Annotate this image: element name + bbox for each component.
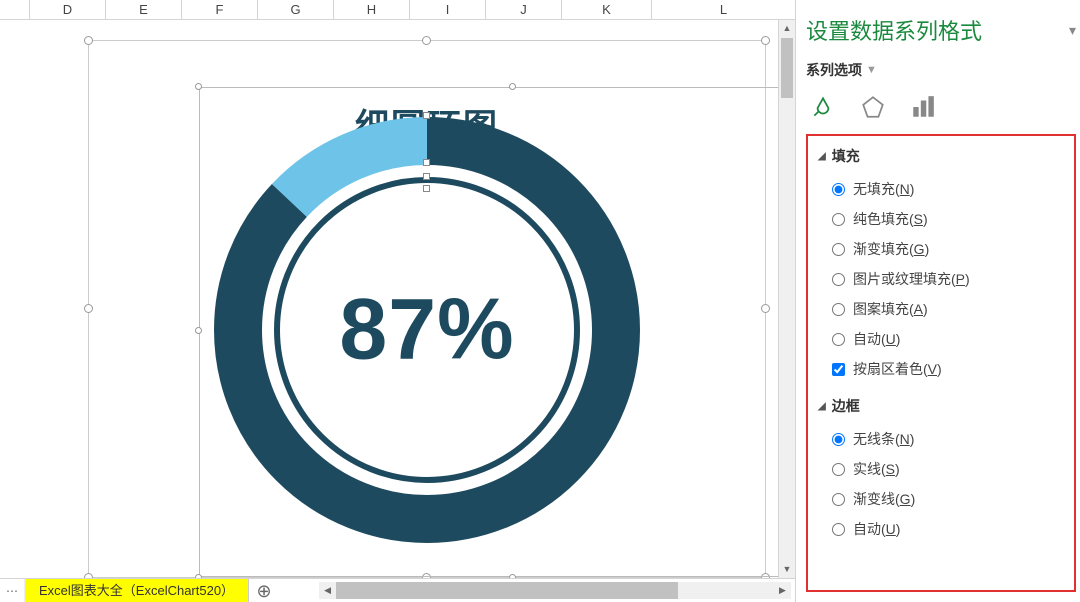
- fill-gradient-radio[interactable]: 渐变填充(G): [832, 236, 1064, 262]
- collapse-triangle-icon[interactable]: ◢: [818, 401, 826, 412]
- fill-auto-radio[interactable]: 自动(U): [832, 326, 1064, 352]
- series-options-tab[interactable]: [908, 92, 938, 122]
- series-options-dropdown[interactable]: 系列选项: [806, 60, 862, 80]
- scroll-right-arrow[interactable]: ▶: [774, 585, 791, 596]
- resize-handle[interactable]: [84, 36, 93, 45]
- resize-handle[interactable]: [422, 36, 431, 45]
- donut-chart[interactable]: 87%: [212, 115, 642, 545]
- chart-object[interactable]: 细圆环图 87%: [88, 40, 766, 578]
- col-header[interactable]: F: [182, 0, 258, 19]
- sheet-tab[interactable]: Excel图表大全（ExcelChart520）: [25, 579, 249, 602]
- fill-none-radio[interactable]: 无填充(N): [832, 176, 1064, 202]
- scroll-up-arrow[interactable]: ▲: [779, 20, 795, 37]
- series-point-handle[interactable]: [423, 173, 430, 180]
- series-point-handle[interactable]: [423, 159, 430, 166]
- collapse-triangle-icon[interactable]: ◢: [818, 151, 826, 162]
- scroll-left-arrow[interactable]: ◀: [319, 585, 336, 596]
- resize-handle[interactable]: [84, 304, 93, 313]
- col-header[interactable]: G: [258, 0, 334, 19]
- series-point-handle[interactable]: [423, 185, 430, 192]
- col-header[interactable]: D: [30, 0, 106, 19]
- sheet-tab-bar: ⋯ Excel图表大全（ExcelChart520） ⊕ ◀ ▶: [0, 578, 795, 602]
- percent-label: 87%: [339, 281, 514, 380]
- resize-handle[interactable]: [509, 83, 516, 90]
- worksheet-grid[interactable]: 细圆环图 87%: [0, 20, 795, 602]
- resize-handle[interactable]: [761, 36, 770, 45]
- horizontal-scrollbar[interactable]: ◀ ▶: [319, 582, 791, 599]
- scroll-thumb[interactable]: [781, 38, 793, 98]
- resize-handle[interactable]: [195, 83, 202, 90]
- panel-title: 设置数据系列格式: [806, 14, 982, 46]
- col-header[interactable]: L: [652, 0, 795, 19]
- sheet-nav-prev[interactable]: ⋯: [0, 579, 25, 602]
- border-none-radio[interactable]: 无线条(N): [832, 426, 1064, 452]
- border-solid-radio[interactable]: 实线(S): [832, 456, 1064, 482]
- scroll-down-arrow[interactable]: ▼: [779, 561, 795, 578]
- fill-solid-radio[interactable]: 纯色填充(S): [832, 206, 1064, 232]
- effects-tab[interactable]: [858, 92, 888, 122]
- add-sheet-button[interactable]: ⊕: [249, 579, 279, 602]
- fill-section-header[interactable]: 填充: [832, 146, 860, 166]
- column-header-row: D E F G H I J K L: [0, 0, 795, 20]
- col-header[interactable]: H: [334, 0, 410, 19]
- panel-menu-icon[interactable]: ▾: [1069, 22, 1076, 39]
- series-point-handle[interactable]: [423, 112, 430, 119]
- highlighted-options-group: ◢ 填充 无填充(N) 纯色填充(S) 渐变填充(G) 图片或纹理填充(P) 图案…: [806, 134, 1076, 592]
- chevron-down-icon: ▼: [866, 64, 877, 76]
- border-auto-radio[interactable]: 自动(U): [832, 516, 1064, 542]
- col-header[interactable]: K: [562, 0, 652, 19]
- scroll-thumb[interactable]: [336, 582, 678, 599]
- col-header[interactable]: I: [410, 0, 486, 19]
- resize-handle[interactable]: [195, 327, 202, 334]
- vertical-scrollbar[interactable]: ▲ ▼: [778, 20, 795, 578]
- col-header-gutter: [0, 0, 30, 19]
- fill-picture-radio[interactable]: 图片或纹理填充(P): [832, 266, 1064, 292]
- border-section-header[interactable]: 边框: [832, 396, 860, 416]
- fill-pattern-radio[interactable]: 图案填充(A): [832, 296, 1064, 322]
- vary-colors-checkbox[interactable]: 按扇区着色(V): [832, 356, 1064, 382]
- border-gradient-radio[interactable]: 渐变线(G): [832, 486, 1064, 512]
- fill-line-tab[interactable]: [808, 92, 838, 122]
- col-header[interactable]: J: [486, 0, 562, 19]
- col-header[interactable]: E: [106, 0, 182, 19]
- format-data-series-panel: 设置数据系列格式 ▾ 系列选项 ▼ ◢ 填充 无填充(N) 纯色填充(S) 渐变填…: [795, 0, 1080, 602]
